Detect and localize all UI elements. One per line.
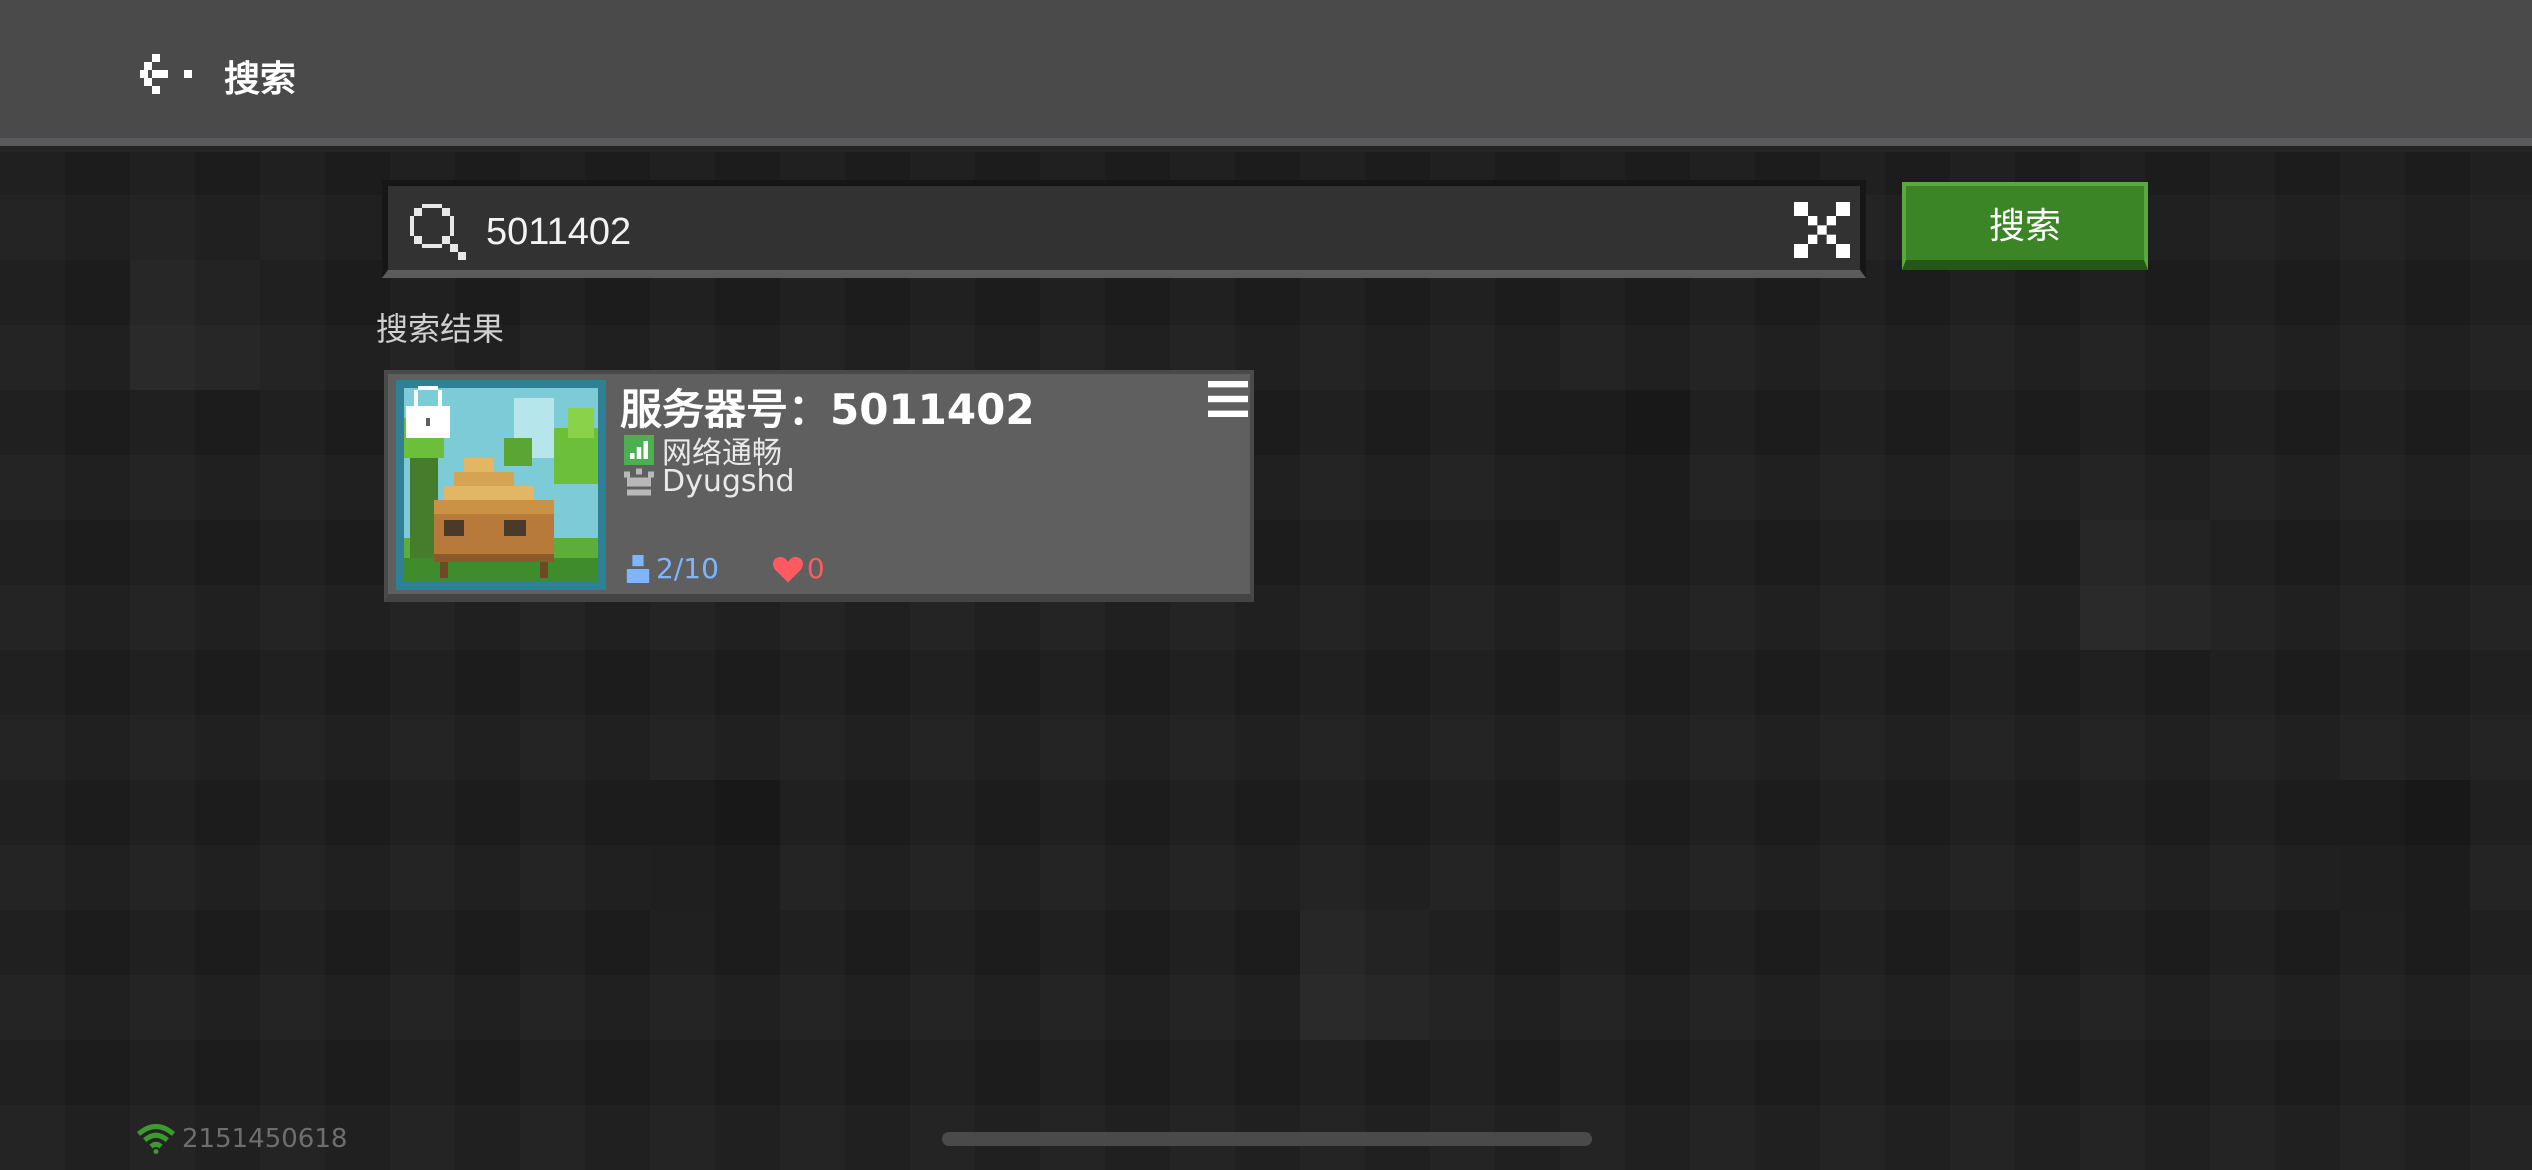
- server-stats-row: 2/10 0: [624, 552, 825, 585]
- wifi-icon: [136, 1124, 176, 1154]
- page-title: 搜索: [224, 59, 297, 100]
- back-button[interactable]: 搜索: [140, 40, 296, 112]
- search-icon: [410, 204, 466, 260]
- search-input[interactable]: [484, 198, 1718, 266]
- background-tile: [1560, 390, 1690, 520]
- page: 搜索 搜索 搜索结果: [0, 0, 2532, 1170]
- like-count: 0: [772, 552, 825, 585]
- player-count-text: 2/10: [656, 552, 719, 585]
- player-icon: [626, 554, 650, 583]
- footer-user-id: 2151450618: [136, 1124, 347, 1154]
- header-bar: 搜索: [0, 0, 2532, 146]
- server-result-card[interactable]: 服务器号：5011402 网络通畅 Dyugshd 2/10 0: [384, 370, 1254, 602]
- owner-row: Dyugshd: [624, 464, 795, 499]
- owner-name: Dyugshd: [662, 464, 795, 499]
- background-tile: [1300, 910, 1430, 1040]
- background-tile: [2340, 780, 2470, 910]
- back-arrow-icon: [140, 54, 192, 94]
- user-id-text: 2151450618: [182, 1124, 348, 1154]
- clear-search-icon[interactable]: [1794, 202, 1850, 258]
- lock-icon: [406, 386, 450, 438]
- heart-icon: [772, 556, 803, 582]
- menu-icon[interactable]: [1208, 380, 1248, 418]
- background-tile: [2080, 520, 2210, 650]
- like-count-text: 0: [806, 552, 825, 585]
- signal-bars-icon: [624, 435, 654, 465]
- crown-icon: [624, 468, 654, 495]
- search-box: [382, 180, 1866, 278]
- background-tile: [650, 780, 780, 910]
- player-count: 2/10: [624, 552, 719, 585]
- search-results-label: 搜索结果: [376, 310, 505, 348]
- background-tile: [130, 260, 260, 390]
- home-indicator[interactable]: [942, 1132, 1592, 1146]
- search-button[interactable]: 搜索: [1902, 182, 2148, 270]
